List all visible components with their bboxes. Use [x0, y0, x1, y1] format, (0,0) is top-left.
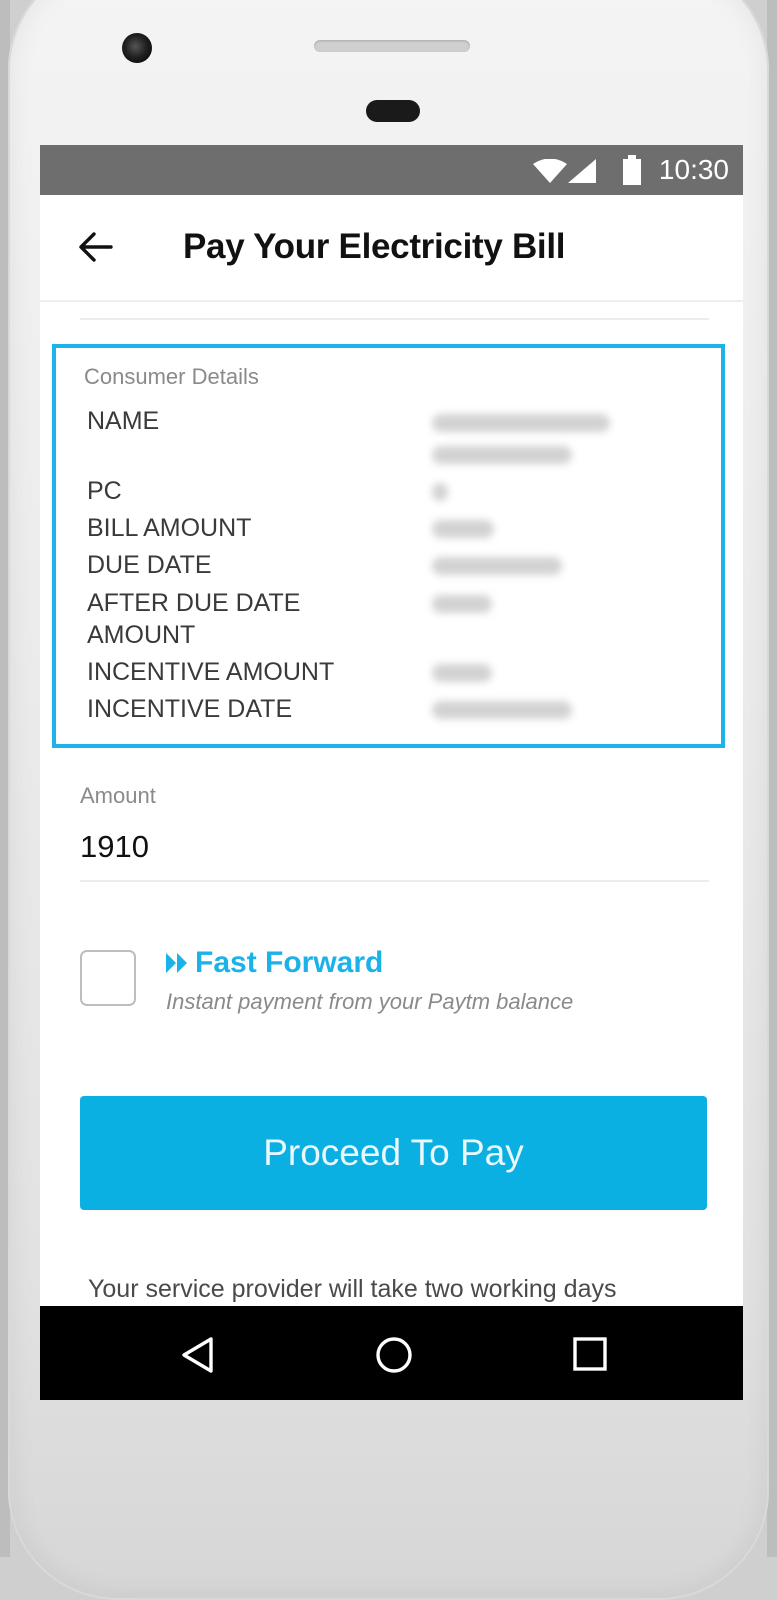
- status-bar: 10:30: [40, 145, 743, 195]
- status-time: 10:30: [658, 154, 729, 185]
- android-nav-bar: [40, 1306, 743, 1400]
- service-provider-note: Your service provider will take two work…: [88, 1275, 617, 1303]
- wifi-icon: [533, 159, 567, 183]
- nav-back-icon[interactable]: [180, 1336, 214, 1374]
- detail-label-pc: PC: [87, 477, 122, 505]
- detail-value-after-due-amount-redacted: [432, 595, 492, 613]
- app-header: Pay Your Electricity Bill: [40, 195, 743, 302]
- fast-forward-icon: [166, 953, 187, 973]
- divider: [80, 318, 709, 320]
- fast-forward-checkbox[interactable]: [80, 950, 136, 1006]
- amount-input-underline: [80, 880, 709, 882]
- detail-value-bill-amount-redacted: [432, 520, 494, 538]
- detail-label-incentive-amount: INCENTIVE AMOUNT: [87, 658, 335, 686]
- nav-recent-icon[interactable]: [573, 1337, 607, 1371]
- amount-label: Amount: [80, 783, 156, 808]
- detail-value-pc-redacted: [432, 483, 448, 501]
- battery-icon: [623, 155, 641, 185]
- consumer-details-card: Consumer Details NAME PC BILL AMOUNT DUE…: [52, 344, 725, 748]
- page-title: Pay Your Electricity Bill: [183, 227, 566, 266]
- consumer-details-heading: Consumer Details: [84, 364, 259, 389]
- detail-value-name-redacted: [432, 446, 572, 464]
- amount-input[interactable]: 1910: [80, 829, 149, 865]
- earpiece-speaker: [314, 40, 470, 52]
- detail-label-name: NAME: [87, 407, 160, 435]
- signal-icon: [568, 159, 596, 183]
- proceed-to-pay-button[interactable]: Proceed To Pay: [80, 1096, 707, 1210]
- detail-label-bill-amount: BILL AMOUNT: [87, 514, 252, 542]
- fast-forward-subtitle: Instant payment from your Paytm balance: [166, 989, 574, 1014]
- detail-label-due-date: DUE DATE: [87, 551, 212, 579]
- detail-value-due-date-redacted: [432, 557, 562, 575]
- nav-home-icon[interactable]: [375, 1336, 413, 1374]
- app-screen: 10:30 Pay Your Electricity Bill Consumer…: [40, 145, 743, 1400]
- fast-forward-title[interactable]: Fast Forward: [195, 946, 383, 980]
- detail-label-after-due-date-amount: AFTER DUE DATE AMOUNT: [87, 589, 301, 649]
- arrow-left-icon[interactable]: [78, 229, 114, 265]
- detail-label-incentive-date: INCENTIVE DATE: [87, 695, 293, 723]
- detail-value-name-redacted: [432, 414, 610, 432]
- detail-value-incentive-date-redacted: [432, 701, 572, 719]
- front-camera: [122, 33, 152, 63]
- proximity-sensor: [366, 100, 420, 122]
- detail-value-incentive-amount-redacted: [432, 664, 492, 682]
